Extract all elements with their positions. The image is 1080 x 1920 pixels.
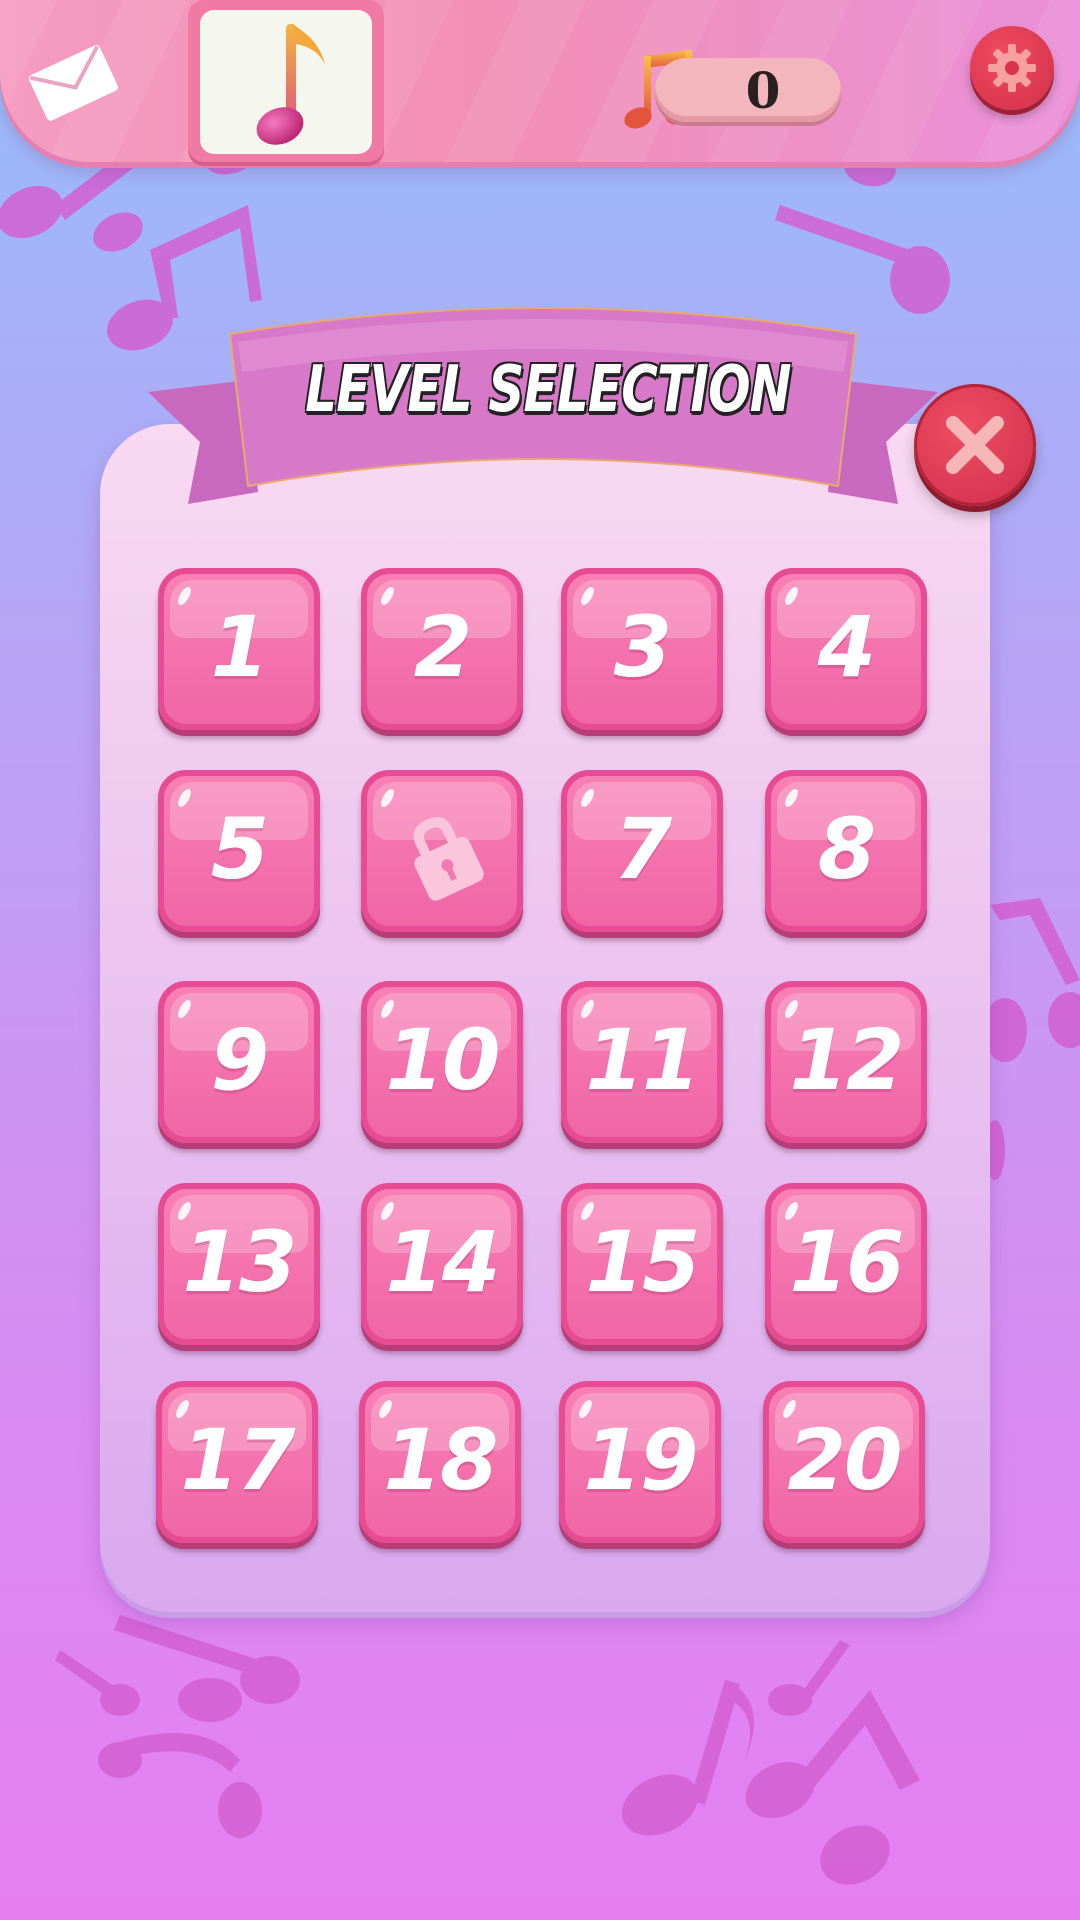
level-button-12[interactable]: 12 bbox=[765, 981, 927, 1143]
level-button-4[interactable]: 4 bbox=[765, 568, 927, 730]
mail-button[interactable] bbox=[26, 40, 120, 124]
level-button-3[interactable]: 3 bbox=[561, 568, 723, 730]
level-label: 4 bbox=[817, 598, 876, 696]
lock-icon bbox=[413, 817, 484, 901]
level-button-20[interactable]: 20 bbox=[763, 1381, 925, 1543]
level-label: 19 bbox=[583, 1411, 699, 1509]
score-counter: 0 bbox=[655, 58, 841, 122]
level-button-15[interactable]: 15 bbox=[561, 1183, 723, 1345]
envelope-icon bbox=[28, 45, 119, 121]
level-button-1[interactable]: 1 bbox=[158, 568, 320, 730]
level-button-2[interactable]: 2 bbox=[361, 568, 523, 730]
level-label: 5 bbox=[210, 800, 269, 898]
level-label: 9 bbox=[210, 1011, 269, 1109]
level-button-7[interactable]: 7 bbox=[561, 770, 723, 932]
level-button-6-locked[interactable] bbox=[361, 770, 523, 932]
song-card-face bbox=[200, 10, 372, 154]
score-value: 0 bbox=[745, 60, 781, 120]
level-button-8[interactable]: 8 bbox=[765, 770, 927, 932]
level-label: 13 bbox=[182, 1213, 298, 1311]
level-label: 11 bbox=[585, 1011, 701, 1109]
level-label: 17 bbox=[180, 1411, 296, 1509]
close-icon bbox=[946, 416, 1004, 474]
level-label: 1 bbox=[210, 598, 269, 696]
level-label: 2 bbox=[413, 598, 472, 696]
level-button-14[interactable]: 14 bbox=[361, 1183, 523, 1345]
current-song-card[interactable] bbox=[188, 0, 384, 162]
level-button-18[interactable]: 18 bbox=[359, 1381, 521, 1543]
level-button-19[interactable]: 19 bbox=[559, 1381, 721, 1543]
level-label: 18 bbox=[383, 1411, 499, 1509]
level-label: 10 bbox=[385, 1011, 501, 1109]
top-bar bbox=[0, 0, 1080, 162]
level-button-5[interactable]: 5 bbox=[158, 770, 320, 932]
music-note-icon bbox=[256, 24, 325, 145]
level-label: 16 bbox=[789, 1213, 905, 1311]
level-label: 8 bbox=[817, 800, 876, 898]
settings-button[interactable] bbox=[970, 26, 1054, 110]
level-label: 12 bbox=[789, 1011, 905, 1109]
level-button-17[interactable]: 17 bbox=[156, 1381, 318, 1543]
level-label: 15 bbox=[585, 1213, 701, 1311]
level-button-9[interactable]: 9 bbox=[158, 981, 320, 1143]
level-label: 14 bbox=[385, 1213, 501, 1311]
close-button[interactable] bbox=[914, 384, 1036, 506]
level-button-10[interactable]: 10 bbox=[361, 981, 523, 1143]
level-button-11[interactable]: 11 bbox=[561, 981, 723, 1143]
dialog-title: LEVEL SELECTION bbox=[305, 353, 791, 427]
level-label: 7 bbox=[613, 800, 672, 898]
level-label: 3 bbox=[613, 598, 672, 696]
level-button-16[interactable]: 16 bbox=[765, 1183, 927, 1345]
gear-icon bbox=[988, 44, 1036, 92]
level-label: 20 bbox=[787, 1411, 903, 1509]
level-button-13[interactable]: 13 bbox=[158, 1183, 320, 1345]
